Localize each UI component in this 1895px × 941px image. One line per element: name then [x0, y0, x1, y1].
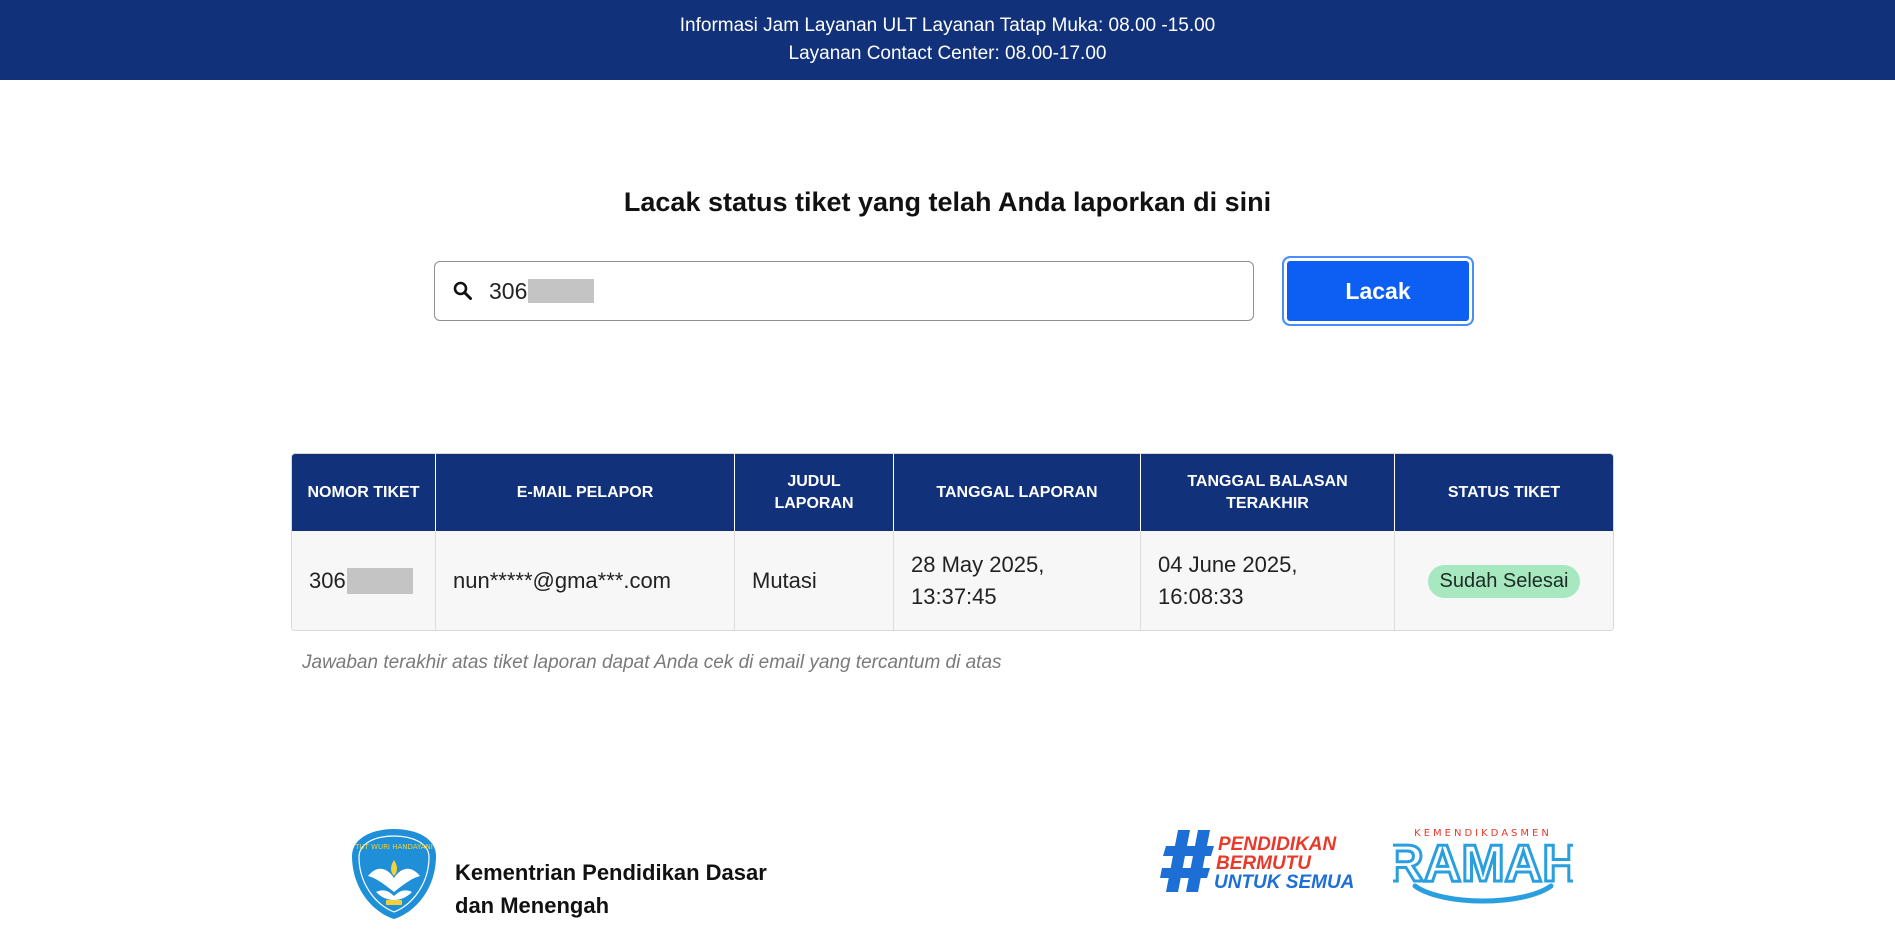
emblem-text: TUT WURI HANDAYANI — [354, 843, 433, 851]
table-header-row: NOMOR TIKET E-MAIL PELAPOR JUDUL LAPORAN… — [292, 454, 1613, 531]
hashtag-line-3: UNTUK SEMUA — [1214, 872, 1354, 893]
cell-report-date: 28 May 2025, 13:37:45 — [893, 531, 1141, 630]
pendidikan-bermutu-logo: PENDIDIKAN BERMUTU UNTUK SEMUA — [1160, 830, 1354, 893]
table-row: 306 nun*****@gma***.com Mutasi 28 May 20… — [292, 531, 1613, 630]
search-input[interactable]: 306 — [434, 261, 1254, 321]
page-title: Lacak status tiket yang telah Anda lapor… — [623, 187, 1272, 217]
search-value[interactable]: 306 — [489, 276, 595, 306]
redacted-block — [346, 567, 413, 594]
status-badge: Sudah Selesai — [1427, 564, 1581, 598]
banner-line-2: Layanan Contact Center: 08.00-17.00 — [788, 43, 1107, 64]
table-note: Jawaban terakhir atas tiket laporan dapa… — [302, 652, 1002, 673]
ministry-name-line-1: Kementrian Pendidikan Dasar — [455, 860, 767, 885]
cell-ticket-number: 306 — [292, 531, 436, 630]
ticket-number-text: 306 — [309, 567, 346, 593]
col-ticket-number: NOMOR TIKET — [292, 454, 436, 531]
hashtag-line-1: PENDIDIKAN — [1218, 834, 1338, 855]
redacted-block — [528, 279, 595, 303]
ramah-wordmark: RAMAH — [1393, 835, 1573, 893]
search-icon — [453, 281, 472, 300]
cell-last-reply-date: 04 June 2025, 16:08:33 — [1140, 531, 1395, 630]
search-value-text: 306 — [489, 278, 528, 304]
ministry-name: Kementrian Pendidikan Dasar dan Menengah — [455, 856, 767, 922]
cell-ticket-status: Sudah Selesai — [1394, 531, 1613, 630]
col-report-date: TANGGAL LAPORAN — [893, 454, 1141, 531]
track-button[interactable]: Lacak — [1282, 256, 1474, 326]
ticket-table: NOMOR TIKET E-MAIL PELAPOR JUDUL LAPORAN… — [291, 453, 1614, 631]
service-hours-banner: Informasi Jam Layanan ULT Layanan Tatap … — [0, 0, 1895, 80]
col-reporter-email: E-MAIL PELAPOR — [435, 454, 735, 531]
col-ticket-status: STATUS TIKET — [1394, 454, 1613, 531]
track-button-label: Lacak — [1345, 277, 1411, 304]
tut-wuri-handayani-emblem: TUT WURI HANDAYANI — [352, 829, 436, 919]
banner-line-1: Informasi Jam Layanan ULT Layanan Tatap … — [679, 15, 1216, 36]
col-report-title: JUDUL LAPORAN — [734, 454, 894, 531]
cell-reporter-email: nun*****@gma***.com — [435, 531, 735, 630]
cell-report-title: Mutasi — [734, 531, 894, 630]
ramah-logo: KEMENDIKDASMEN RAMAH — [1393, 828, 1573, 904]
hashtag-line-2: BERMUTU — [1216, 853, 1312, 874]
ministry-name-line-2: dan Menengah — [455, 893, 610, 918]
col-last-reply-date: TANGGAL BALASAN TERAKHIR — [1140, 454, 1395, 531]
